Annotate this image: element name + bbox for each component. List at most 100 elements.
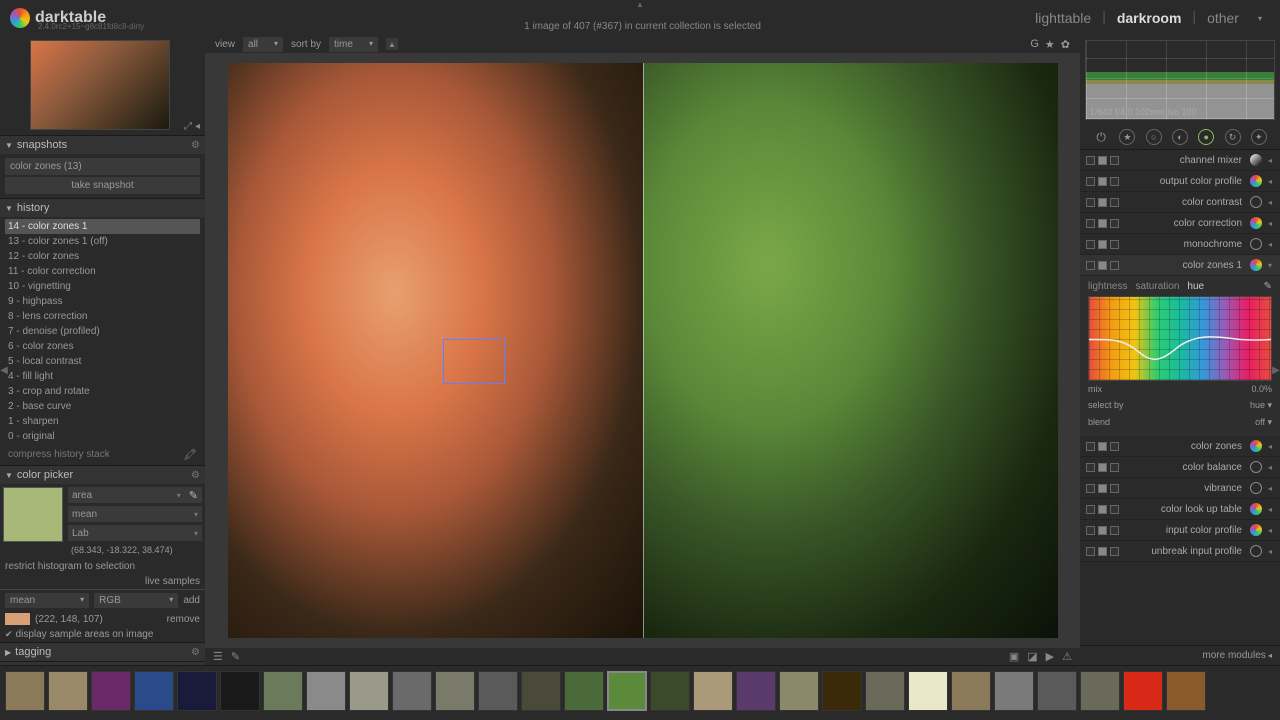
sort-select[interactable]: time [329,37,378,52]
module-multi-icon[interactable] [1098,526,1107,535]
module-reset-icon[interactable] [1110,240,1119,249]
picker-stat-select[interactable]: mean▾ [68,506,202,522]
history-item[interactable]: 3 - crop and rotate [5,384,200,399]
restrict-histogram-label[interactable]: restrict histogram to selection [0,559,205,574]
module-preset-icon[interactable] [1250,545,1262,557]
module-output-color-profile[interactable]: output color profile◂ [1080,171,1280,192]
module-reset-icon[interactable] [1110,177,1119,186]
chevron-icon[interactable]: ◂ [1266,177,1274,186]
add-sample-button[interactable]: add [183,595,200,606]
compress-history-button[interactable]: compress history stack [8,449,183,460]
gamut-icon[interactable]: ⚠ [1062,650,1072,663]
filmstrip-thumb[interactable] [994,671,1034,711]
snapshots-header[interactable]: ▼ snapshots ⚙ [0,136,205,154]
module-channel-mixer[interactable]: channel mixer◂ [1080,150,1280,171]
filmstrip-thumb[interactable] [435,671,475,711]
display-samples-checkbox[interactable]: ✔ display sample areas on image [0,627,205,642]
history-item[interactable]: 1 - sharpen [5,414,200,429]
filmstrip-thumb[interactable] [1037,671,1077,711]
chevron-icon[interactable]: ▾ [1266,261,1274,270]
module-multi-icon[interactable] [1098,198,1107,207]
styles-icon[interactable]: 🖍 [183,448,197,461]
filmstrip-thumb[interactable] [91,671,131,711]
module-color-look-up-table[interactable]: color look up table◂ [1080,499,1280,520]
module-reset-icon[interactable] [1110,156,1119,165]
chevron-icon[interactable]: ◂ [1266,219,1274,228]
module-multi-icon[interactable] [1098,261,1107,270]
filmstrip-thumb[interactable] [48,671,88,711]
tab-hue[interactable]: hue [1187,281,1204,292]
filmstrip-thumb[interactable] [349,671,389,711]
module-reset-icon[interactable] [1110,463,1119,472]
overexposed-icon[interactable]: ▣ [1009,650,1019,663]
module-switch-icon[interactable] [1086,177,1095,186]
module-reset-icon[interactable] [1110,219,1119,228]
sample-space-select[interactable]: RGB▾ [94,593,178,608]
module-preset-icon[interactable] [1250,238,1262,250]
histogram[interactable]: 1/640 f/4.0 102mm iso 100 [1085,40,1275,120]
top-collapse-handle[interactable]: ▲ [636,0,644,9]
module-preset-icon[interactable] [1250,217,1262,229]
quick-access-icon[interactable]: ☰ [213,650,223,663]
module-reset-icon[interactable] [1110,547,1119,556]
module-active-icon[interactable]: ⏻ [1093,129,1109,145]
filmstrip-thumb[interactable] [5,671,45,711]
module-multi-icon[interactable] [1098,177,1107,186]
history-item[interactable]: 2 - base curve [5,399,200,414]
history-item[interactable]: 10 - vignetting [5,279,200,294]
module-multi-icon[interactable] [1098,219,1107,228]
module-reset-icon[interactable] [1110,198,1119,207]
grouping-icon[interactable]: G [1030,38,1039,51]
filmstrip-thumb[interactable] [865,671,905,711]
history-item[interactable]: 13 - color zones 1 (off) [5,234,200,249]
module-switch-icon[interactable] [1086,156,1095,165]
module-tone-icon[interactable]: ◐ [1172,129,1188,145]
left-collapse-handle[interactable]: ◀ [0,360,8,380]
tab-saturation[interactable]: saturation [1135,281,1179,292]
view-select[interactable]: all [243,37,283,52]
filmstrip-thumb[interactable] [306,671,346,711]
gear-icon[interactable]: ⚙ [191,470,200,481]
filmstrip-thumb[interactable] [693,671,733,711]
remove-sample-button[interactable]: remove [167,614,200,625]
module-multi-icon[interactable] [1098,505,1107,514]
history-item[interactable]: 0 - original [5,429,200,444]
gear-icon[interactable]: ⚙ [191,647,200,658]
history-item[interactable]: 14 - color zones 1 [5,219,200,234]
module-switch-icon[interactable] [1086,219,1095,228]
chevron-icon[interactable]: ◂ [1266,240,1274,249]
module-color-balance[interactable]: color balance◂ [1080,457,1280,478]
module-basic-icon[interactable]: ○ [1146,129,1162,145]
softproof-icon[interactable]: ▶ [1046,650,1054,663]
filmstrip-thumb[interactable] [736,671,776,711]
module-unbreak-input-profile[interactable]: unbreak input profile◂ [1080,541,1280,562]
module-preset-icon[interactable] [1250,503,1262,515]
module-reset-icon[interactable] [1110,505,1119,514]
module-favorites-icon[interactable]: ★ [1119,129,1135,145]
history-item[interactable]: 11 - color correction [5,264,200,279]
module-preset-icon[interactable] [1250,175,1262,187]
filmstrip-thumb[interactable] [263,671,303,711]
tab-lighttable[interactable]: lighttable [1027,8,1099,28]
history-item[interactable]: 5 - local contrast [5,354,200,369]
module-multi-icon[interactable] [1098,442,1107,451]
filmstrip-thumb[interactable] [134,671,174,711]
blend-value[interactable]: off ▾ [1255,417,1272,428]
imageinfo-header[interactable]: ▶ image information [0,662,205,665]
history-item[interactable]: 4 - fill light [5,369,200,384]
module-correct-icon[interactable]: ↻ [1225,129,1241,145]
nav-thumb-image[interactable] [30,40,170,130]
module-color-zones[interactable]: color zones◂ [1080,436,1280,457]
module-reset-icon[interactable] [1110,261,1119,270]
filmstrip-thumb[interactable] [392,671,432,711]
module-switch-icon[interactable] [1086,547,1095,556]
colorpicker-rectangle[interactable] [443,339,505,384]
module-switch-icon[interactable] [1086,240,1095,249]
more-modules-button[interactable]: more modules [1080,645,1280,665]
chevron-icon[interactable]: ◂ [1266,442,1274,451]
colorpicker-header[interactable]: ▼ color picker ⚙ [0,466,205,484]
chevron-icon[interactable]: ◂ [1266,526,1274,535]
right-collapse-handle[interactable]: ▶ [1272,360,1280,380]
history-item[interactable]: 8 - lens correction [5,309,200,324]
history-header[interactable]: ▼ history [0,199,205,217]
